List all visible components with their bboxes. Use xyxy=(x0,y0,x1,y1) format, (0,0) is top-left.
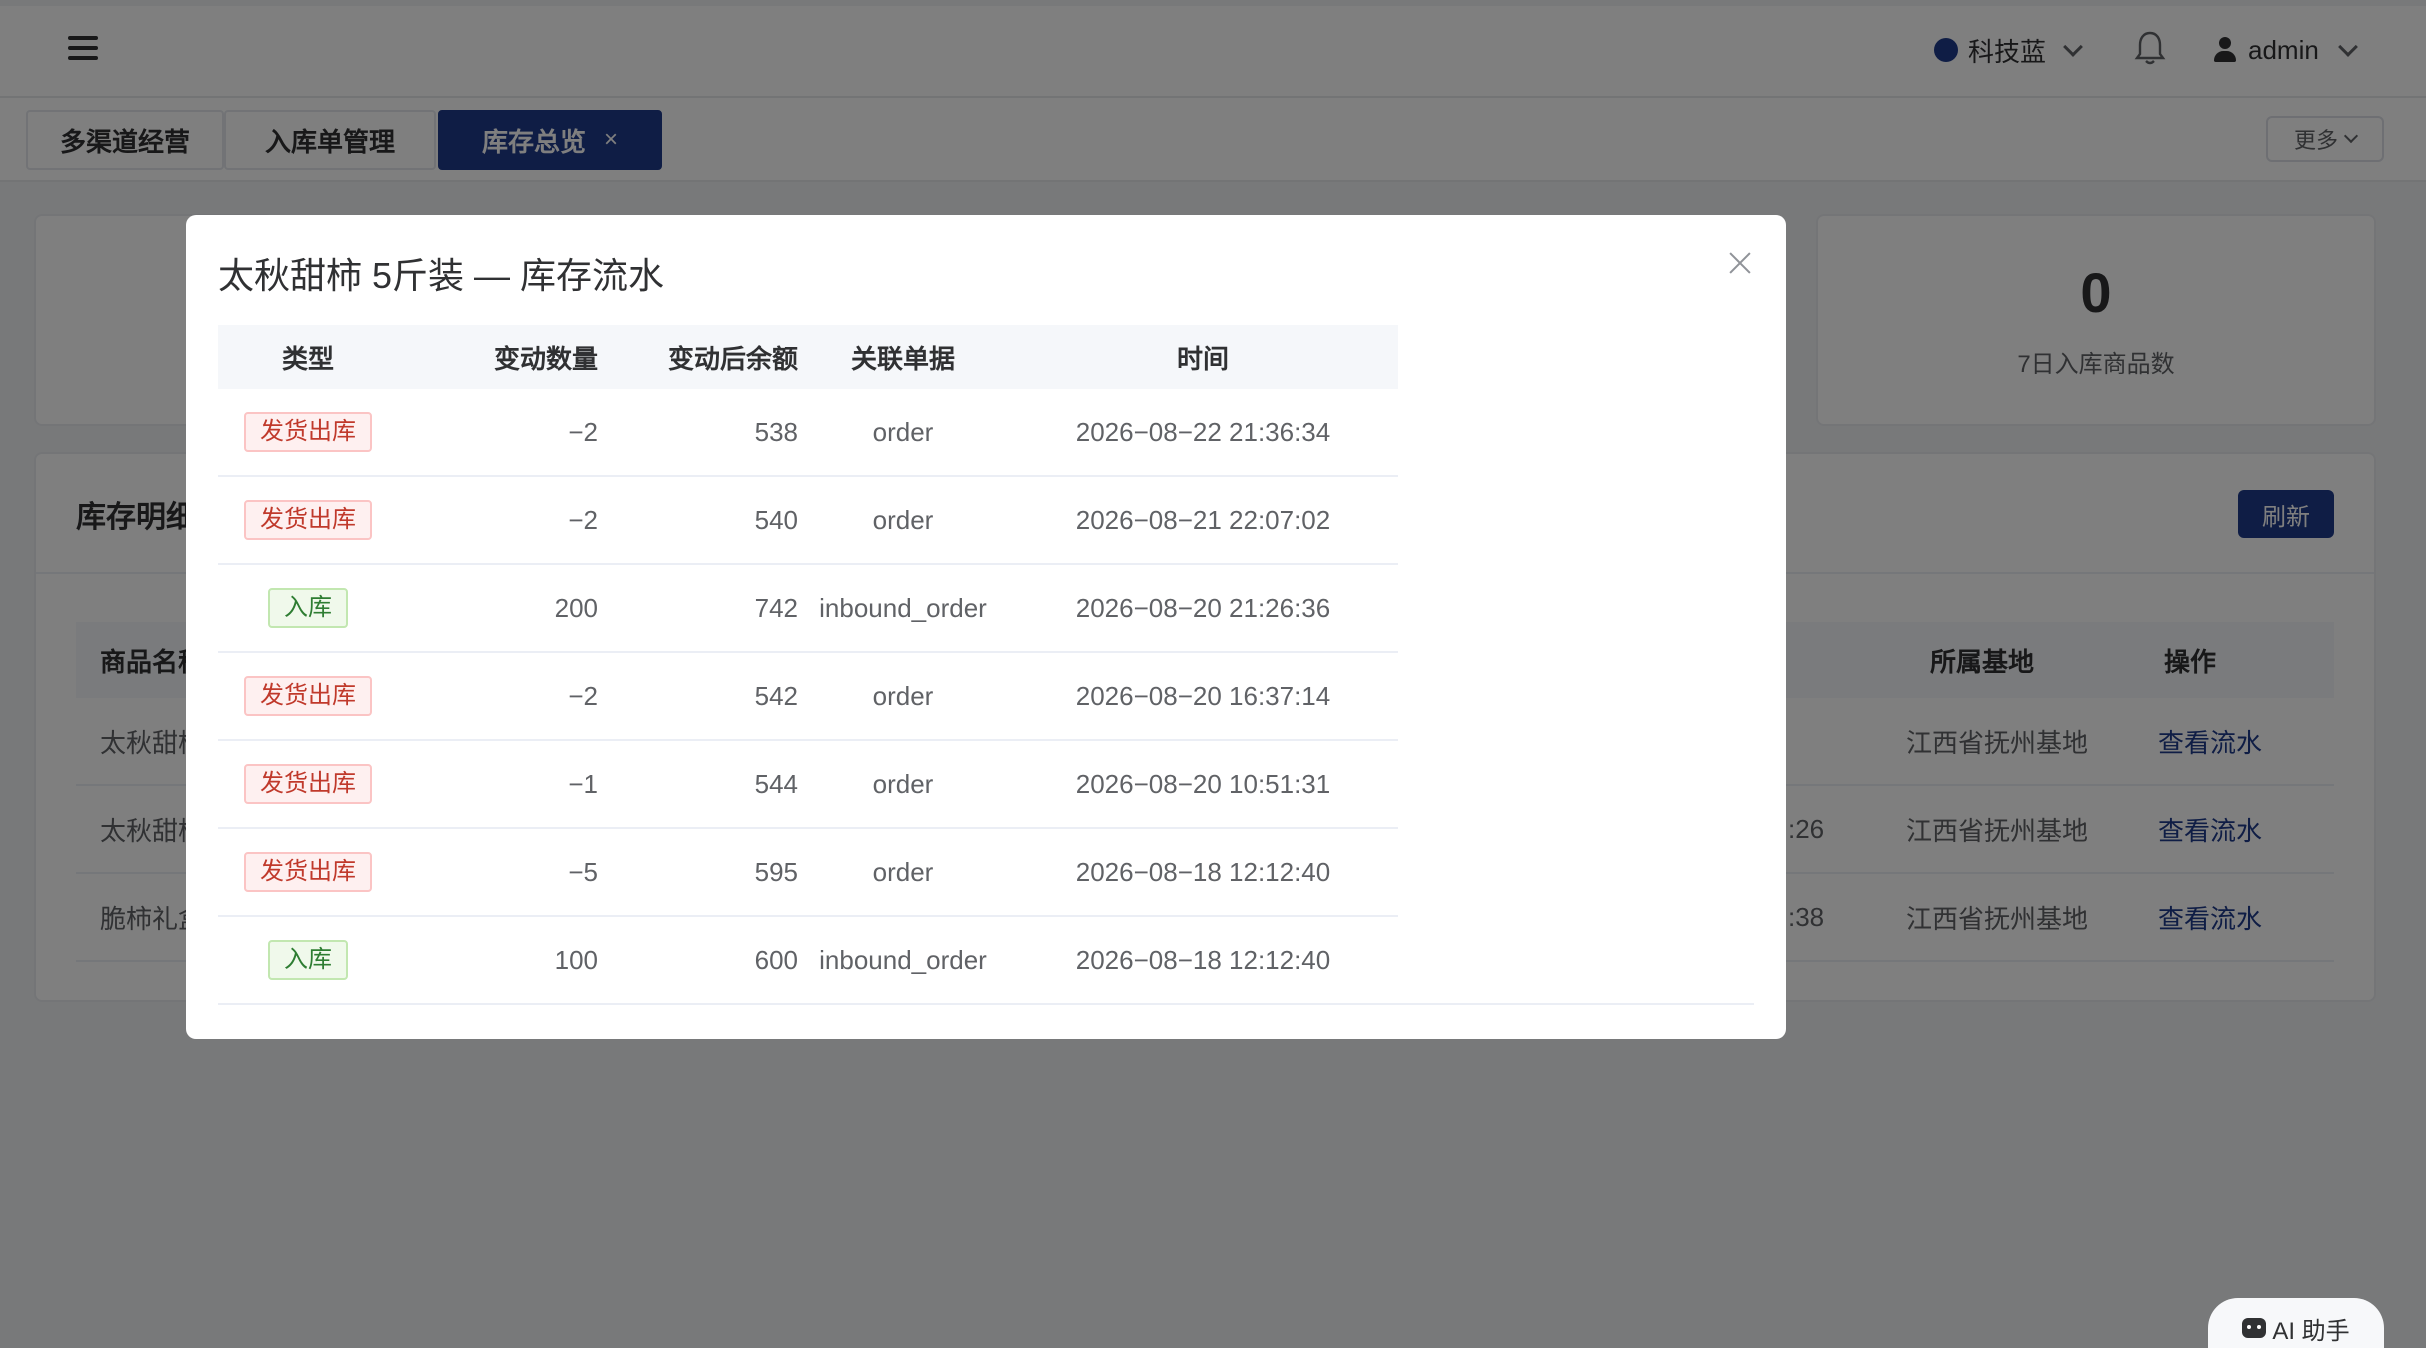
table-row: 入库 100 600 inbound_order 2026−08−18 12:12:40 xyxy=(218,917,1398,1005)
table-row: 发货出库 −2 542 order 2026−08−20 16:37:14 xyxy=(218,653,1398,741)
ref-cell: order xyxy=(872,768,934,799)
col-time: 时间 xyxy=(1176,343,1229,374)
type-tag: 发货出库 xyxy=(244,412,372,452)
type-cell: 入库 xyxy=(218,565,398,651)
ref-cell: order xyxy=(872,856,934,887)
ref-cell: order xyxy=(872,504,934,535)
type-tag: 发货出库 xyxy=(244,676,372,716)
qty-cell: −2 xyxy=(568,680,598,711)
flow-table: 类型 变动数量 变动后余额 关联单据 时间 发货出库 −2 538 order 2026… xyxy=(218,325,1398,1005)
qty-cell: −2 xyxy=(568,504,598,535)
ai-assistant-label: AI 助手 xyxy=(2272,1317,2350,1345)
close-icon[interactable] xyxy=(1724,247,1756,279)
robot-icon xyxy=(2242,1318,2267,1338)
type-cell: 入库 xyxy=(218,917,398,1003)
type-tag: 发货出库 xyxy=(244,852,372,892)
flow-rows: 发货出库 −2 538 order 2026−08−22 21:36:34 发货出库 −2 5… xyxy=(218,389,1398,1005)
type-cell: 发货出库 xyxy=(218,829,398,915)
type-tag: 发货出库 xyxy=(244,500,372,540)
time-cell: 2026−08−20 16:37:14 xyxy=(1075,680,1331,711)
time-cell: 2026−08−22 21:36:34 xyxy=(1075,416,1331,447)
ai-assistant-button[interactable]: AI 助手 xyxy=(2208,1298,2384,1348)
time-cell: 2026−08−20 10:51:31 xyxy=(1075,768,1331,799)
type-tag: 入库 xyxy=(268,588,348,628)
ref-cell: inbound_order xyxy=(819,592,987,623)
ref-cell: inbound_order xyxy=(819,944,987,975)
qty-cell: −2 xyxy=(568,416,598,447)
balance-cell: 542 xyxy=(754,680,798,711)
time-cell: 2026−08−18 12:12:40 xyxy=(1075,944,1331,975)
table-row: 发货出库 −2 538 order 2026−08−22 21:36:34 xyxy=(218,389,1398,477)
balance-cell: 595 xyxy=(754,856,798,887)
col-type: 类型 xyxy=(281,343,334,374)
table-row: 入库 200 742 inbound_order 2026−08−20 21:26:36 xyxy=(218,565,1398,653)
qty-cell: 200 xyxy=(554,592,598,623)
col-qty: 变动数量 xyxy=(493,343,598,374)
type-cell: 发货出库 xyxy=(218,477,398,563)
type-cell: 发货出库 xyxy=(218,741,398,827)
balance-cell: 544 xyxy=(754,768,798,799)
ref-cell: order xyxy=(872,680,934,711)
table-row: 发货出库 −5 595 order 2026−08−18 12:12:40 xyxy=(218,829,1398,917)
balance-cell: 540 xyxy=(754,504,798,535)
table-header: 类型 变动数量 变动后余额 关联单据 时间 xyxy=(218,325,1398,389)
type-tag: 入库 xyxy=(268,940,348,980)
ref-cell: order xyxy=(872,416,934,447)
app-root: 科技蓝 admin 多渠道经营 入库单管理 库存总览 × 更多 xyxy=(0,0,2426,1348)
qty-cell: −5 xyxy=(568,856,598,887)
type-cell: 发货出库 xyxy=(218,389,398,475)
time-cell: 2026−08−20 21:26:36 xyxy=(1075,592,1331,623)
time-cell: 2026−08−21 22:07:02 xyxy=(1075,504,1331,535)
col-ref: 关联单据 xyxy=(850,343,955,374)
type-cell: 发货出库 xyxy=(218,653,398,739)
inventory-flow-dialog: 太秋甜柿 5斤装 — 库存流水 类型 变动数量 变动后余额 关联单据 时间 发货… xyxy=(186,215,1786,1039)
table-row: 发货出库 −2 540 order 2026−08−21 22:07:02 xyxy=(218,477,1398,565)
col-balance: 变动后余额 xyxy=(667,343,798,374)
time-cell: 2026−08−18 12:12:40 xyxy=(1075,856,1331,887)
dialog-title: 太秋甜柿 5斤装 — 库存流水 xyxy=(218,255,665,296)
qty-cell: 100 xyxy=(554,944,598,975)
table-row: 发货出库 −1 544 order 2026−08−20 10:51:31 xyxy=(218,741,1398,829)
dialog-body: 类型 变动数量 变动后余额 关联单据 时间 发货出库 −2 538 order 2026… xyxy=(218,325,1754,1005)
balance-cell: 742 xyxy=(754,592,798,623)
balance-cell: 600 xyxy=(754,944,798,975)
balance-cell: 538 xyxy=(754,416,798,447)
type-tag: 发货出库 xyxy=(244,764,372,804)
qty-cell: −1 xyxy=(568,768,598,799)
